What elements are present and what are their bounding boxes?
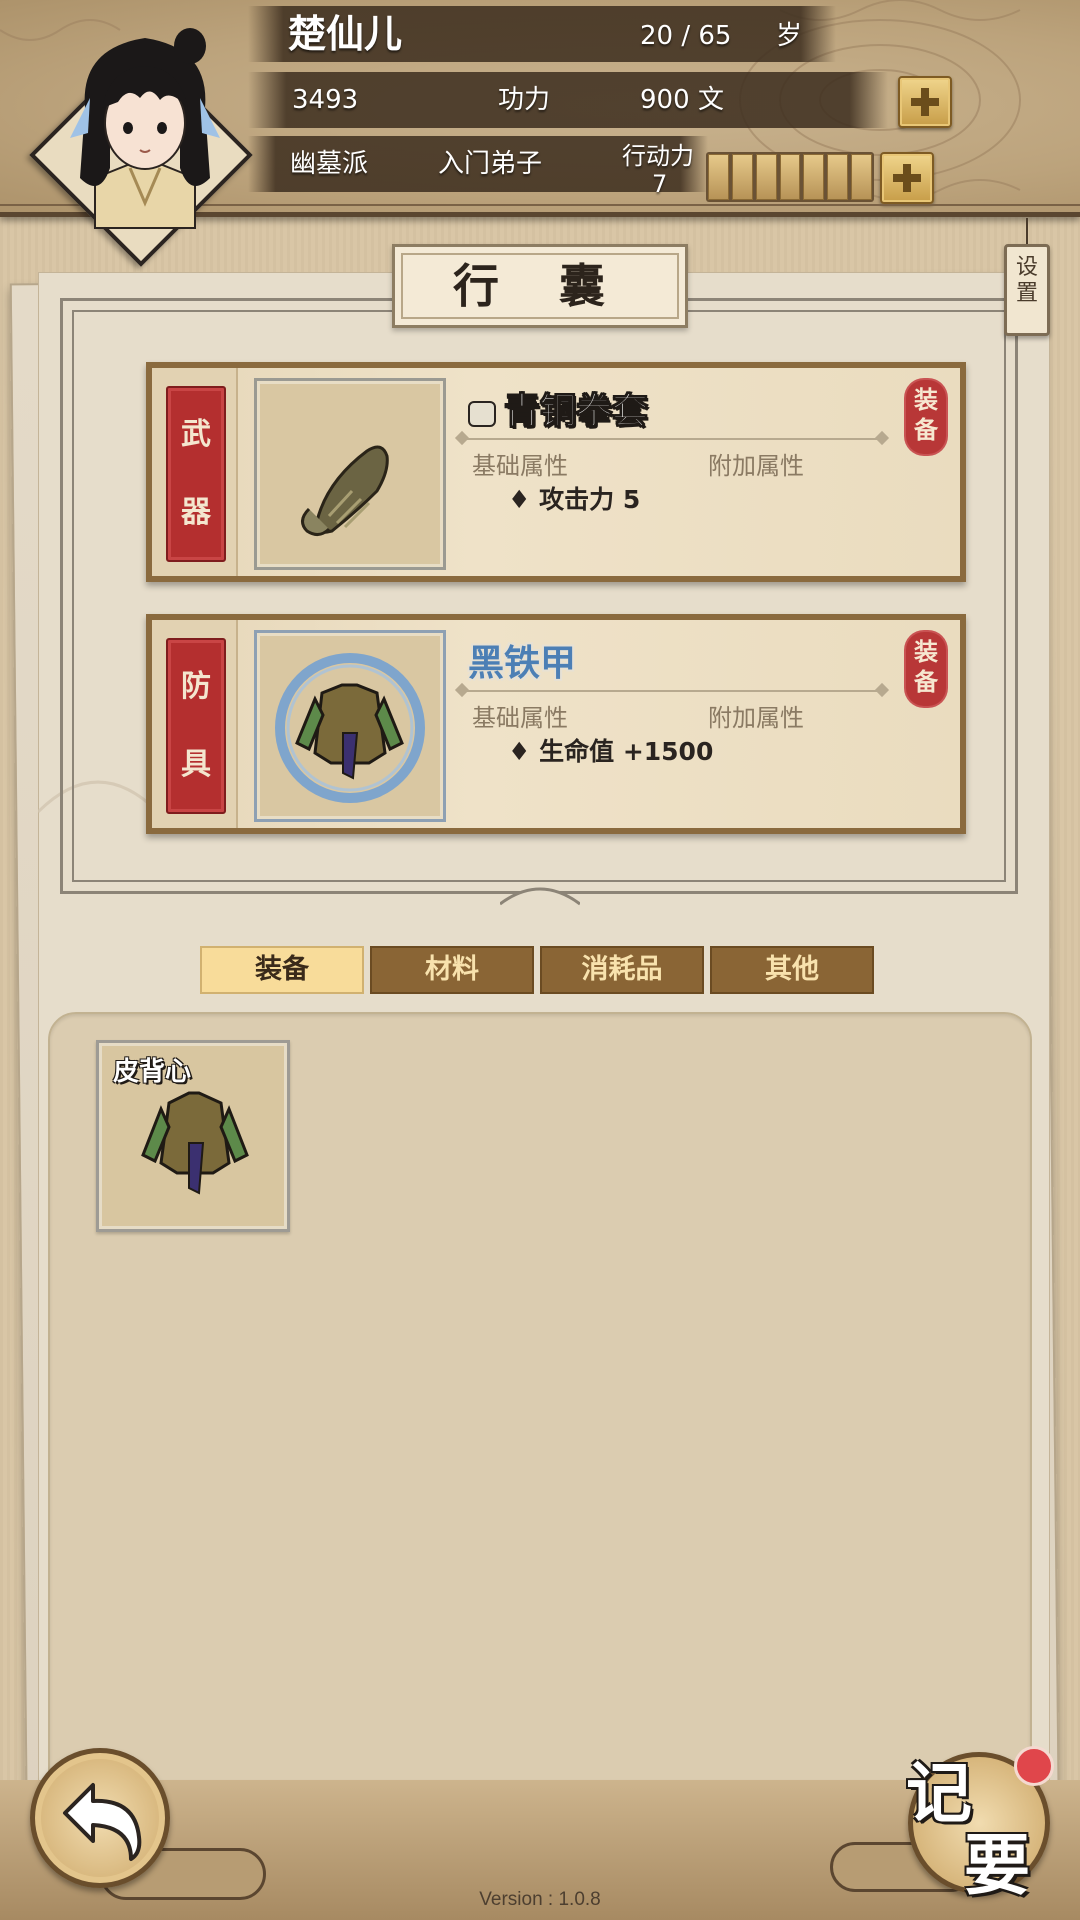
- stamina-segment: [779, 154, 801, 200]
- settings-label: 设置: [1015, 255, 1038, 306]
- slot-label-char: 防: [181, 669, 211, 704]
- stamp-char: 备: [914, 416, 938, 444]
- extra-attr-label: 附加属性: [708, 452, 804, 480]
- armor-slot-ribbon: 防 具: [166, 638, 226, 814]
- stamina-segment: [755, 154, 777, 200]
- slot-label-char: 器: [181, 495, 211, 530]
- stamp-char: 装: [914, 386, 938, 414]
- add-money-button[interactable]: [898, 76, 952, 128]
- bronze-gauntlet-icon: [301, 445, 389, 536]
- category-tabs: 装备 材料 消耗品 其他: [200, 946, 874, 996]
- fist-icon: [468, 401, 496, 427]
- weapon-stat: ♦ 攻击力 5: [508, 485, 641, 514]
- money-value: 900: [640, 85, 690, 115]
- frame-arch: [500, 887, 580, 906]
- armor-slot-card[interactable]: 防 具 黑铁甲 基础属性 附加属性 ♦ 生命值 +1500 装 备: [146, 614, 966, 834]
- character-avatar[interactable]: [29, 28, 253, 267]
- stamina-segment: [731, 154, 753, 200]
- age-value: 20 / 65: [640, 21, 732, 51]
- character-name: 楚仙儿: [288, 11, 403, 56]
- back-button[interactable]: [30, 1748, 170, 1888]
- equip-badge: 装 备: [906, 380, 946, 454]
- weapon-slot-ribbon: 武 器: [166, 386, 226, 562]
- weapon-item-frame[interactable]: [254, 378, 446, 570]
- base-attr-label: 基础属性: [472, 452, 568, 480]
- base-attr-label: 基础属性: [472, 704, 568, 732]
- divider: [462, 438, 882, 440]
- notes-char: 记: [906, 1754, 972, 1832]
- slot-label-char: 武: [181, 417, 211, 452]
- inventory-item-name: 皮背心: [113, 1057, 192, 1087]
- version-label: Version : 1.0.8: [479, 1889, 601, 1910]
- armor-slot-side: 防 具: [152, 620, 238, 828]
- armor-name: 黑铁甲: [468, 642, 577, 684]
- weapon-slot-side: 武 器: [152, 368, 238, 576]
- sect-rank: 入门弟子: [438, 149, 543, 179]
- equip-badge: 装 备: [906, 632, 946, 706]
- stamina-segment: [708, 154, 729, 200]
- tab-equipment[interactable]: 装备: [200, 946, 364, 994]
- stamp-char: 备: [914, 668, 938, 696]
- sect-name: 幽墓派: [290, 149, 369, 179]
- armor-stat: ♦ 生命值 +1500: [508, 737, 714, 766]
- notification-dot: [1014, 1746, 1054, 1786]
- armor-item-frame[interactable]: [254, 630, 446, 822]
- weapon-slot-card[interactable]: 武 器 青铜拳套 基础属性 附加属性 ♦ 攻击力 5 装 备: [146, 362, 966, 582]
- inventory-item[interactable]: 皮背心: [96, 1040, 290, 1232]
- stamina-segment: [827, 154, 849, 200]
- tab-materials[interactable]: 材料: [370, 946, 534, 994]
- stamina-segment: [803, 154, 825, 200]
- page-title: 行 囊: [452, 259, 627, 313]
- money-unit: 文: [698, 85, 725, 115]
- stamina-value: 7: [652, 170, 668, 198]
- slot-label-char: 具: [181, 747, 211, 782]
- weapon-name: 青铜拳套: [468, 382, 649, 434]
- black-iron-armor-icon: [275, 653, 425, 803]
- stamina-segment: [851, 154, 873, 200]
- divider: [462, 690, 882, 692]
- tab-consumables[interactable]: 消耗品: [540, 946, 704, 994]
- power-value: 3493: [292, 85, 359, 115]
- stamp-char: 装: [914, 638, 938, 666]
- back-arrow-icon: [63, 1783, 142, 1861]
- stamina-label: 行动力: [622, 142, 694, 170]
- tab-other[interactable]: 其他: [710, 946, 874, 994]
- add-stamina-button[interactable]: [880, 152, 934, 204]
- stamina-bar: [706, 152, 874, 202]
- settings-button[interactable]: 设置: [1004, 244, 1050, 336]
- power-label: 功力: [498, 85, 551, 115]
- age-unit: 岁: [776, 21, 803, 51]
- weapon-name-text: 青铜拳套: [503, 390, 649, 433]
- avatar-portrait: [70, 28, 220, 229]
- extra-attr-label: 附加属性: [708, 704, 804, 732]
- bag-title-plaque: 行 囊: [392, 244, 688, 328]
